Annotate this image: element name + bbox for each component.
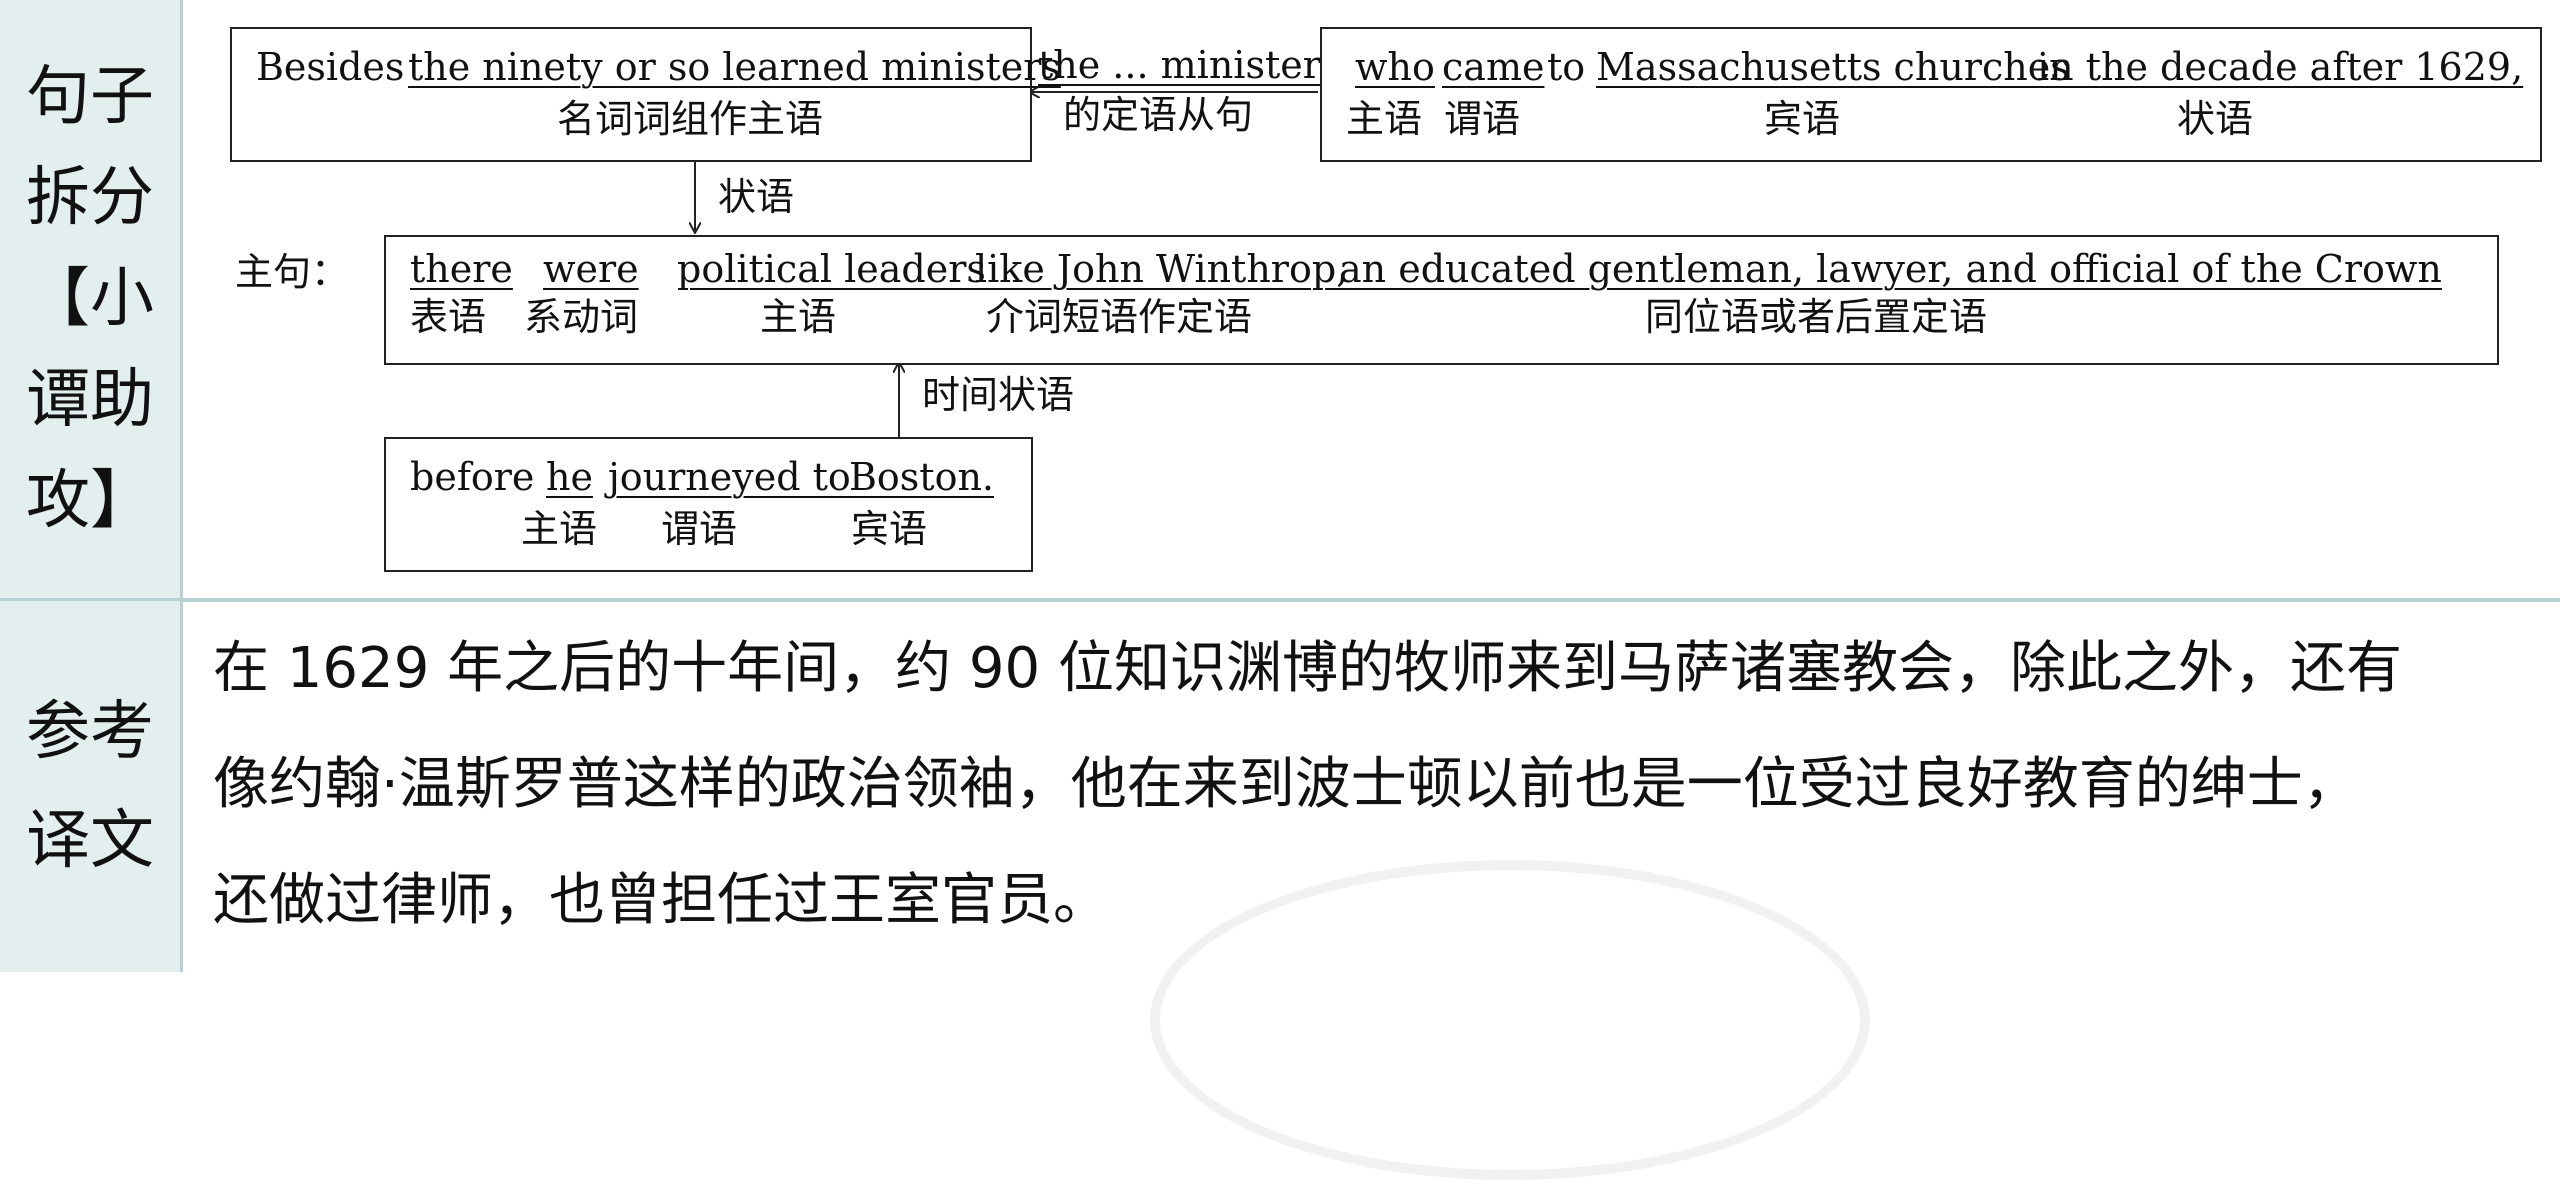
role-came: 谓语	[1444, 97, 1521, 141]
word-boston: Boston.	[849, 455, 995, 499]
label-main-clause: 主句：	[235, 250, 350, 294]
translation-line: 还做过律师，也曾担任过王室官员。	[213, 868, 1109, 933]
phrase-decade: in the decade after 1629,	[2037, 45, 2524, 89]
role-appositive: 同位语或者后置定语	[1645, 295, 1988, 339]
reference-translation-label: 参考 译文	[0, 601, 183, 972]
word-there: there	[410, 247, 513, 291]
phrase-learned-ministers: the ninety or so learned ministers	[408, 45, 1061, 89]
label-line: 拆分	[26, 161, 154, 235]
role-who: 主语	[1346, 97, 1423, 141]
sentence-analysis-label: 句子 拆分 【小 谭助 攻】	[0, 0, 183, 598]
reference-translation-text: 在 1629 年之后的十年间，约 90 位知识渊博的牧师来到马萨诸塞教会，除此之…	[213, 601, 2533, 982]
role-subject: 主语	[760, 295, 837, 339]
role-relative-clause: 的定语从句	[1063, 93, 1254, 137]
word-he: he	[546, 455, 593, 499]
adverbial-phrase-box: Besides the ninety or so learned ministe…	[230, 27, 1061, 162]
label-line: 参考	[26, 695, 154, 769]
label-line: 【小	[26, 262, 154, 336]
word-were: were	[543, 247, 639, 291]
translation-line: 在 1629 年之后的十年间，约 90 位知识渊博的牧师来到马萨诸塞教会，除此之…	[213, 636, 2402, 701]
phrase-journeyed: journeyed to	[608, 455, 851, 499]
role-np-subject: 名词词组作主语	[557, 97, 824, 141]
phrase-ministers-ref: the ... ministers	[1038, 43, 1341, 87]
role-time: 状语	[2177, 97, 2254, 141]
role-place: 宾语	[1764, 97, 1841, 141]
translation-line: 像约翰·温斯罗普这样的政治领袖，他在来到波士顿以前也是一位受过良好教育的绅士，	[213, 752, 2359, 817]
role-like: 介词短语作定语	[986, 295, 1253, 339]
label-time-adverbial: 时间状语	[922, 373, 1075, 417]
label-adverbial: 状语	[718, 175, 795, 219]
label-line: 译文	[26, 804, 154, 878]
word-besides: Besides	[256, 45, 405, 89]
time-clause-box: before he 主语 journeyed to 谓语 Boston. 宾语	[384, 437, 1033, 572]
sentence-diagram: Besides the ninety or so learned ministe…	[183, 0, 2560, 598]
label-line: 谭助	[26, 363, 154, 437]
role-he: 主语	[521, 507, 598, 551]
role-were: 系动词	[524, 295, 639, 339]
label-line: 句子	[26, 60, 154, 134]
role-boston: 宾语	[851, 507, 928, 551]
analysis-table: 句子 拆分 【小 谭助 攻】 参考 译文 Besides the ninety …	[0, 0, 2560, 1180]
phrase-appositive: an educated gentleman, lawyer, and offic…	[1339, 247, 2442, 291]
word-came: came	[1442, 45, 1545, 89]
main-clause-box: there 表语 were 系动词 political leaders 主语 l…	[384, 235, 2499, 365]
phrase-massachusetts: Massachusetts churches	[1596, 45, 2070, 89]
word-to: to	[1547, 45, 1586, 89]
label-line: 攻】	[26, 464, 154, 538]
phrase-political-leaders: political leaders	[677, 247, 986, 291]
role-journeyed: 谓语	[661, 507, 738, 551]
word-who: who	[1355, 45, 1435, 89]
relative-clause-box: who 主语 came 谓语 to Massachusetts churches…	[1320, 27, 2542, 162]
role-there: 表语	[410, 295, 487, 339]
word-before: before	[410, 455, 535, 499]
phrase-like-winthrop: like John Winthrop,	[975, 247, 1349, 291]
